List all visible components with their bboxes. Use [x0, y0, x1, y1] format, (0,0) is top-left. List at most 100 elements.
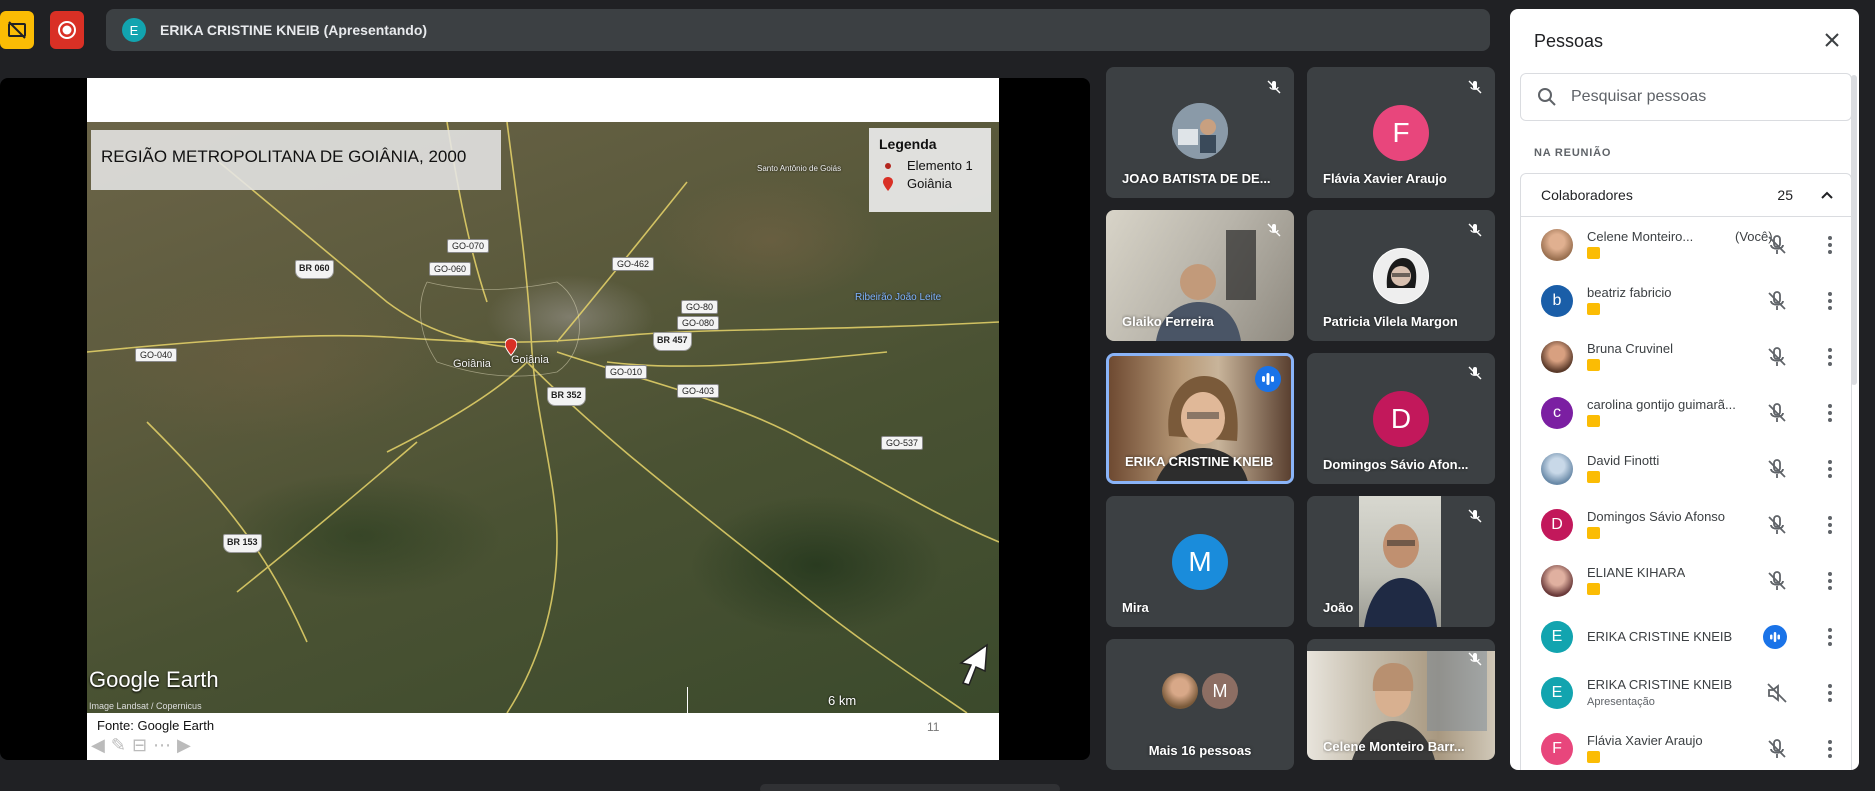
participant-name: João: [1323, 600, 1354, 615]
participant-tile[interactable]: Celene Monteiro Barr...: [1307, 639, 1495, 760]
participant-tile[interactable]: Patricia Vilela Margon: [1307, 210, 1495, 341]
presentation-stage: REGIÃO METROPOLITANA DE GOIÂNIA, 2000 Le…: [0, 78, 1090, 760]
bottom-toolbar-handle[interactable]: [760, 784, 1060, 791]
presenter-bar[interactable]: E ERIKA CRISTINE KNEIB (Apresentando): [106, 9, 1490, 51]
list-item[interactable]: E ERIKA CRISTINE KNEIB Apresentação: [1521, 665, 1851, 721]
avatar: c: [1541, 397, 1573, 429]
road-shield: BR 060: [295, 260, 334, 279]
slides-grid-icon[interactable]: ⊟: [132, 735, 147, 755]
more-vert-icon[interactable]: [1818, 457, 1842, 481]
avatar: [1541, 341, 1573, 373]
pointer-cursor-icon: [959, 643, 988, 686]
participant-tile[interactable]: D Domingos Sávio Afon...: [1307, 353, 1495, 484]
participant-name: David Finotti: [1587, 453, 1660, 468]
presentation-label: Apresentação: [1587, 696, 1655, 708]
next-slide-icon[interactable]: ▶: [177, 735, 191, 755]
more-vert-icon[interactable]: [1818, 513, 1842, 537]
place-label: Santo Antônio de Goiás: [757, 164, 842, 173]
more-vert-icon[interactable]: [1818, 737, 1842, 761]
more-vert-icon[interactable]: [1818, 681, 1842, 705]
avatar: [1373, 248, 1429, 304]
avatar: D: [1373, 391, 1429, 447]
participant-name: beatriz fabricio: [1587, 285, 1672, 300]
mic-off-icon[interactable]: [1765, 513, 1789, 537]
previous-slide-icon[interactable]: ◀: [91, 735, 105, 755]
more-vert-icon[interactable]: [1818, 625, 1842, 649]
more-vert-icon[interactable]: [1818, 289, 1842, 313]
participant-tile[interactable]: Glaiko Ferreira: [1106, 210, 1294, 341]
recording-button[interactable]: [50, 11, 84, 49]
list-item[interactable]: F Flávia Xavier Araujo: [1521, 721, 1851, 770]
participant-tile[interactable]: F Flávia Xavier Araujo: [1307, 67, 1495, 198]
list-item[interactable]: ELIANE KIHARA: [1521, 553, 1851, 609]
search-input[interactable]: [1571, 88, 1821, 106]
participant-name: ERIKA CRISTINE KNEIB: [1587, 629, 1733, 644]
google-earth-logo: Google Earth: [89, 667, 219, 692]
close-icon[interactable]: [1823, 31, 1841, 49]
volume-off-icon[interactable]: [1765, 681, 1789, 705]
slide: REGIÃO METROPOLITANA DE GOIÂNIA, 2000 Le…: [87, 78, 999, 760]
search-box[interactable]: [1520, 73, 1852, 121]
participant-tile[interactable]: M Mira: [1106, 496, 1294, 627]
list-item[interactable]: E ERIKA CRISTINE KNEIB: [1521, 609, 1851, 665]
host-badge: [1587, 359, 1600, 371]
avatar: D: [1541, 509, 1573, 541]
captions-off-button[interactable]: [0, 11, 34, 49]
participant-name: Patricia Vilela Margon: [1323, 314, 1458, 329]
participant-list: Celene Monteiro... (Você) b beatriz fabr…: [1520, 217, 1852, 770]
participant-name: ERIKA CRISTINE KNEIB: [1125, 454, 1274, 469]
more-vert-icon[interactable]: [1818, 345, 1842, 369]
place-label: Goiânia: [453, 358, 491, 370]
mic-off-icon[interactable]: [1765, 233, 1789, 257]
mic-off-icon: [1468, 366, 1482, 380]
collaborators-group-header[interactable]: Colaboradores 25: [1520, 173, 1852, 217]
list-item[interactable]: David Finotti: [1521, 441, 1851, 497]
participant-name: Glaiko Ferreira: [1122, 314, 1214, 329]
list-item[interactable]: D Domingos Sávio Afonso: [1521, 497, 1851, 553]
participant-name: ELIANE KIHARA: [1587, 565, 1686, 580]
host-badge: [1587, 751, 1600, 763]
avatar: b: [1541, 285, 1573, 317]
avatar: M: [1202, 673, 1238, 709]
list-item[interactable]: b beatriz fabricio: [1521, 273, 1851, 329]
more-options-icon[interactable]: ⋯: [153, 735, 171, 755]
participant-tile[interactable]: JOAO BATISTA DE DE...: [1106, 67, 1294, 198]
captions-off-icon: [8, 21, 26, 39]
panel-title: Pessoas: [1534, 31, 1604, 51]
more-vert-icon[interactable]: [1818, 569, 1842, 593]
road-tag: GO-537: [881, 436, 924, 450]
avatar: E: [1541, 677, 1573, 709]
road-tag: GO-462: [612, 257, 655, 271]
speaking-indicator: [1255, 366, 1281, 392]
road-tag: GO-080: [677, 316, 720, 330]
more-participants-tile[interactable]: M Mais 16 pessoas: [1106, 639, 1294, 770]
person-video: [1364, 524, 1437, 627]
participant-name: Mais 16 pessoas: [1148, 743, 1252, 758]
list-item[interactable]: Celene Monteiro... (Você): [1521, 217, 1851, 273]
more-vert-icon[interactable]: [1818, 401, 1842, 425]
list-item[interactable]: c carolina gontijo guimarã...: [1521, 385, 1851, 441]
mic-off-icon[interactable]: [1765, 345, 1789, 369]
list-item[interactable]: Bruna Cruvinel: [1521, 329, 1851, 385]
mic-off-icon[interactable]: [1765, 289, 1789, 313]
mic-off-icon[interactable]: [1765, 457, 1789, 481]
legend-item: Goiânia: [879, 176, 981, 191]
mic-off-icon[interactable]: [1765, 569, 1789, 593]
pen-icon[interactable]: ✎: [111, 735, 126, 755]
participant-tile[interactable]: João: [1307, 496, 1495, 627]
more-vert-icon[interactable]: [1818, 233, 1842, 257]
avatar: F: [1541, 733, 1573, 765]
group-label: Colaboradores: [1541, 187, 1633, 203]
audio-level-icon: [1770, 632, 1780, 642]
participant-tile-active[interactable]: ERIKA CRISTINE KNEIB: [1106, 353, 1294, 484]
point-marker-icon: [885, 162, 891, 169]
mic-off-icon[interactable]: [1765, 401, 1789, 425]
audio-level-icon: [1262, 373, 1274, 385]
participant-name: carolina gontijo guimarã...: [1587, 397, 1736, 412]
mic-off-icon[interactable]: [1765, 737, 1789, 761]
map-roads: [87, 122, 999, 713]
participant-name: Domingos Sávio Afon...: [1323, 457, 1469, 472]
participant-name: ERIKA CRISTINE KNEIB: [1587, 677, 1733, 692]
road-shield: BR 153: [223, 534, 262, 553]
participant-name: Mira: [1122, 600, 1149, 615]
